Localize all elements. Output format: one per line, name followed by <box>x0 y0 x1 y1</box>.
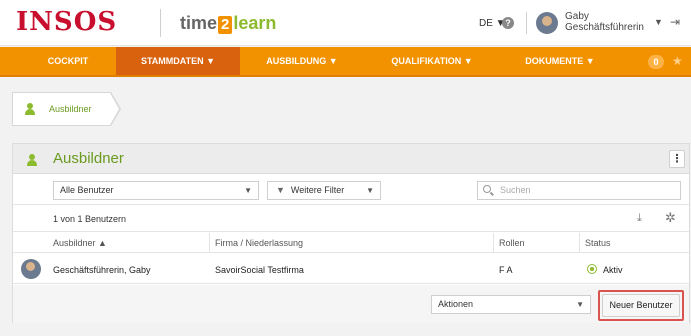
more-filters-button[interactable]: ▼ Weitere Filter ▼ <box>267 181 381 200</box>
gear-icon[interactable]: ✲ <box>665 210 676 226</box>
kebab-menu-icon[interactable]: ⋮ <box>669 150 685 168</box>
user-name: Gaby <box>565 11 589 22</box>
chevron-down-icon: ▼ <box>366 186 374 195</box>
user-filter-select[interactable]: Alle Benutzer ▼ <box>53 181 259 200</box>
app-header: INSOS time 2 learn DE ▼ ? Gaby Geschäftsfü… <box>0 0 691 46</box>
table-row[interactable]: Geschäftsführerin, Gaby SavoirSocial Tes… <box>13 254 689 284</box>
cell-status: Aktiv <box>603 265 623 275</box>
table-header: Ausbildner ▲ Firma / Niederlassung Rolle… <box>13 233 689 253</box>
main-nav: COCKPIT STAMMDATEN ▼ AUSBILDUNG ▼ QUALIF… <box>0 47 691 77</box>
panel-header: Ausbildner ⋮ <box>13 144 689 174</box>
page-title: Ausbildner <box>53 150 124 167</box>
nav-item-stammdaten[interactable]: STAMMDATEN ▼ <box>116 47 240 75</box>
nav-item-qualifikation[interactable]: QUALIFIKATION ▼ <box>364 47 500 75</box>
user-avatar[interactable] <box>536 12 558 34</box>
breadcrumb-arrow-inner <box>110 93 119 125</box>
results-toolbar: 1 von 1 Benutzern ⤓ ✲ <box>13 206 689 232</box>
breadcrumb-label: Ausbildner <box>49 104 92 114</box>
user-role: Geschäftsführerin <box>565 22 644 33</box>
logo-text: INSOS <box>16 7 118 37</box>
header-divider <box>160 9 161 37</box>
chevron-down-icon: ▼ <box>576 300 584 309</box>
person-icon <box>27 154 37 166</box>
funnel-icon: ▼ <box>276 185 285 195</box>
logo-part-2: 2 <box>218 16 233 34</box>
column-header-status[interactable]: Status <box>585 238 611 248</box>
download-icon[interactable]: ⤓ <box>637 212 642 225</box>
logo-part-time: time <box>180 13 218 33</box>
person-icon <box>25 103 35 115</box>
question-icon[interactable]: ? <box>502 17 514 29</box>
star-icon[interactable]: ★ <box>672 54 683 68</box>
notification-badge[interactable]: 0 <box>648 55 664 69</box>
breadcrumb[interactable]: Ausbildner <box>12 92 111 126</box>
users-panel: Ausbildner ⋮ Alle Benutzer ▼ ▼ Weitere Fi… <box>12 143 690 323</box>
column-divider <box>493 233 494 253</box>
insos-logo[interactable]: INSOS <box>16 8 117 36</box>
nav-item-cockpit[interactable]: COCKPIT <box>20 47 116 75</box>
logo-part-learn: learn <box>233 13 277 33</box>
more-filters-label: Weitere Filter <box>290 185 345 195</box>
avatar <box>21 259 41 279</box>
user-menu[interactable]: Gaby Geschäftsführerin <box>565 11 644 33</box>
chevron-down-icon[interactable]: ▼ <box>654 17 663 27</box>
chevron-down-icon: ▼ <box>244 186 252 195</box>
table-footer: Aktionen ▼ Neuer Benutzer <box>13 285 689 323</box>
actions-value: Aktionen <box>438 299 474 309</box>
logout-icon[interactable]: ⇥ <box>670 15 680 29</box>
nav-item-dokumente[interactable]: DOKUMENTE ▼ <box>500 47 620 75</box>
user-filter-value: Alle Benutzer <box>60 185 114 195</box>
time2learn-logo[interactable]: time 2 learn <box>180 12 276 34</box>
cell-company: SavoirSocial Testfirma <box>215 265 304 275</box>
cell-name[interactable]: Geschäftsführerin, Gaby <box>53 265 151 275</box>
results-count: 1 von 1 Benutzern <box>53 214 127 224</box>
cell-roles: F A <box>499 265 513 275</box>
new-user-button[interactable]: Neuer Benutzer <box>602 294 680 317</box>
column-divider <box>579 233 580 253</box>
header-divider <box>526 12 527 34</box>
column-divider <box>209 233 210 253</box>
search-input[interactable]: Suchen <box>477 181 681 200</box>
column-header-trainer[interactable]: Ausbildner ▲ <box>53 238 107 248</box>
nav-item-ausbildung[interactable]: AUSBILDUNG ▼ <box>240 47 364 75</box>
status-active-icon <box>587 264 597 274</box>
filter-bar: Alle Benutzer ▼ ▼ Weitere Filter ▼ Suchen <box>13 175 689 205</box>
column-header-roles[interactable]: Rollen <box>499 238 525 248</box>
actions-select[interactable]: Aktionen ▼ <box>431 295 591 314</box>
search-icon <box>483 185 491 193</box>
column-header-company[interactable]: Firma / Niederlassung <box>215 238 303 248</box>
